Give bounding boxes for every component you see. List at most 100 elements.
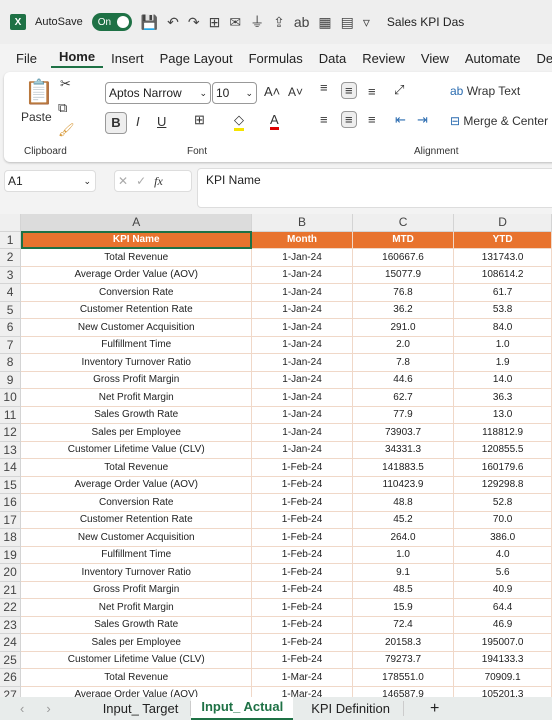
mtd-cell[interactable]: 72.4 [352,616,455,634]
header-cell-kpi-name[interactable]: KPI Name [20,231,253,249]
ytd-cell[interactable]: 129298.8 [453,476,552,494]
header-cell-month[interactable]: Month [251,231,353,249]
month-cell[interactable]: 1-Feb-24 [251,493,353,512]
month-cell[interactable]: 1-Feb-24 [251,458,353,477]
fill-color-icon[interactable]: ◇ [234,112,244,131]
font-size-select[interactable]: 10 ⌄ [212,82,257,104]
align-right-icon[interactable]: ≡ [368,112,376,127]
ytd-cell[interactable]: 70909.1 [453,668,552,687]
sheet-tab-input-target[interactable]: Input_ Target [103,701,192,716]
mtd-cell[interactable]: 44.6 [352,371,455,389]
save-icon[interactable]: 💾 [141,14,158,31]
month-cell[interactable]: 1-Feb-24 [251,581,353,599]
row-number[interactable]: 19 [0,546,22,564]
row-number[interactable]: 6 [0,318,22,337]
column-header-a[interactable]: A [20,214,253,232]
kpi-name-cell[interactable]: Sales Growth Rate [20,406,253,424]
ytd-cell[interactable]: 36.3 [453,388,552,407]
ytd-cell[interactable]: 40.9 [453,581,552,599]
formula-input[interactable]: KPI Name [197,168,552,208]
row-number[interactable]: 26 [0,668,22,687]
scroll-left-icon[interactable]: ‹ [20,701,24,716]
month-cell[interactable]: 1-Jan-24 [251,353,353,372]
month-cell[interactable]: 1-Feb-24 [251,616,353,634]
column-header-d[interactable]: D [453,214,552,232]
kpi-name-cell[interactable]: Sales per Employee [20,423,253,442]
row-number[interactable]: 24 [0,633,22,652]
row-number[interactable]: 15 [0,476,22,494]
kpi-name-cell[interactable]: Customer Lifetime Value (CLV) [20,441,253,459]
tab-formulas[interactable]: Formulas [241,51,311,66]
italic-button[interactable]: I [136,114,140,129]
wrap-text-button[interactable]: ab Wrap Text [450,84,520,98]
calculator-icon[interactable]: ▤ [341,14,354,31]
select-all-corner[interactable] [0,214,22,232]
column-header-b[interactable]: B [251,214,353,232]
ytd-cell[interactable]: 70.0 [453,511,552,529]
align-center-icon[interactable]: ≡ [341,111,357,128]
tab-home[interactable]: Home [50,49,104,68]
borders-icon[interactable]: ⊞ [194,112,205,128]
mail-icon[interactable]: ✉ [229,14,241,31]
ytd-cell[interactable]: 386.0 [453,528,552,547]
ytd-cell[interactable]: 14.0 [453,371,552,389]
month-cell[interactable]: 1-Feb-24 [251,546,353,564]
month-cell[interactable]: 1-Jan-24 [251,423,353,442]
table-icon[interactable]: ▦ [318,14,331,31]
ytd-cell[interactable]: 160179.6 [453,458,552,477]
mtd-cell[interactable]: 160667.6 [352,248,455,267]
month-cell[interactable]: 1-Feb-24 [251,511,353,529]
ytd-cell[interactable]: 52.8 [453,493,552,512]
row-number[interactable]: 3 [0,266,22,284]
ytd-cell[interactable]: 64.4 [453,598,552,617]
header-cell-mtd[interactable]: MTD [352,231,455,249]
row-number[interactable]: 20 [0,563,22,582]
mtd-cell[interactable]: 9.1 [352,563,455,582]
sheet-tab-input-actual[interactable]: Input_ Actual [191,697,294,720]
increase-indent-icon[interactable]: ⇥ [417,112,428,128]
tab-page-layout[interactable]: Page Layout [152,51,241,66]
kpi-name-cell[interactable]: Total Revenue [20,668,253,687]
kpi-name-cell[interactable]: New Customer Acquisition [20,318,253,337]
ytd-cell[interactable]: 194133.3 [453,651,552,669]
undo-icon[interactable]: ↶ [167,14,179,31]
merge-center-button[interactable]: ⊟ Merge & Center [450,114,548,128]
ytd-cell[interactable]: 195007.0 [453,633,552,652]
format-painter-icon[interactable]: 🖌 [58,122,75,138]
align-left-icon[interactable]: ≡ [320,112,328,127]
month-cell[interactable]: 1-Feb-24 [251,528,353,547]
kpi-name-cell[interactable]: Inventory Turnover Ratio [20,563,253,582]
header-cell-ytd[interactable]: YTD [453,231,552,249]
mtd-cell[interactable]: 79273.7 [352,651,455,669]
sheet-tab-kpi-definition[interactable]: KPI Definition [293,701,404,716]
ytd-cell[interactable]: 108614.2 [453,266,552,284]
kpi-name-cell[interactable]: Sales Growth Rate [20,616,253,634]
align-top-icon[interactable]: ≡ [320,80,328,95]
ytd-cell[interactable]: 61.7 [453,283,552,302]
ytd-cell[interactable]: 120855.5 [453,441,552,459]
font-color-icon[interactable]: A [270,112,279,130]
mtd-cell[interactable]: 48.5 [352,581,455,599]
ytd-cell[interactable]: 1.9 [453,353,552,372]
copy-icon[interactable]: ⧉ [58,100,67,116]
cut-icon[interactable]: ✂ [60,76,71,92]
tab-automate[interactable]: Automate [457,51,529,66]
kpi-name-cell[interactable]: Sales per Employee [20,633,253,652]
filter-icon[interactable]: ⏚ [250,12,264,32]
month-cell[interactable]: 1-Jan-24 [251,248,353,267]
customize-dropdown-icon[interactable]: ▿ [363,14,370,31]
decrease-indent-icon[interactable]: ⇤ [395,112,406,128]
insert-function-button[interactable]: fx [154,174,163,189]
kpi-name-cell[interactable]: Average Order Value (AOV) [20,266,253,284]
tab-developer[interactable]: Deve [529,51,552,66]
autosave-toggle[interactable]: On [91,13,132,31]
row-number[interactable]: 25 [0,651,22,669]
row-number[interactable]: 5 [0,301,22,319]
column-header-c[interactable]: C [352,214,455,232]
row-number[interactable]: 23 [0,616,22,634]
tab-data[interactable]: Data [311,51,354,66]
mtd-cell[interactable]: 1.0 [352,546,455,564]
month-cell[interactable]: 1-Feb-24 [251,651,353,669]
add-sheet-icon[interactable]: + [430,700,439,718]
row-number[interactable]: 14 [0,458,22,477]
